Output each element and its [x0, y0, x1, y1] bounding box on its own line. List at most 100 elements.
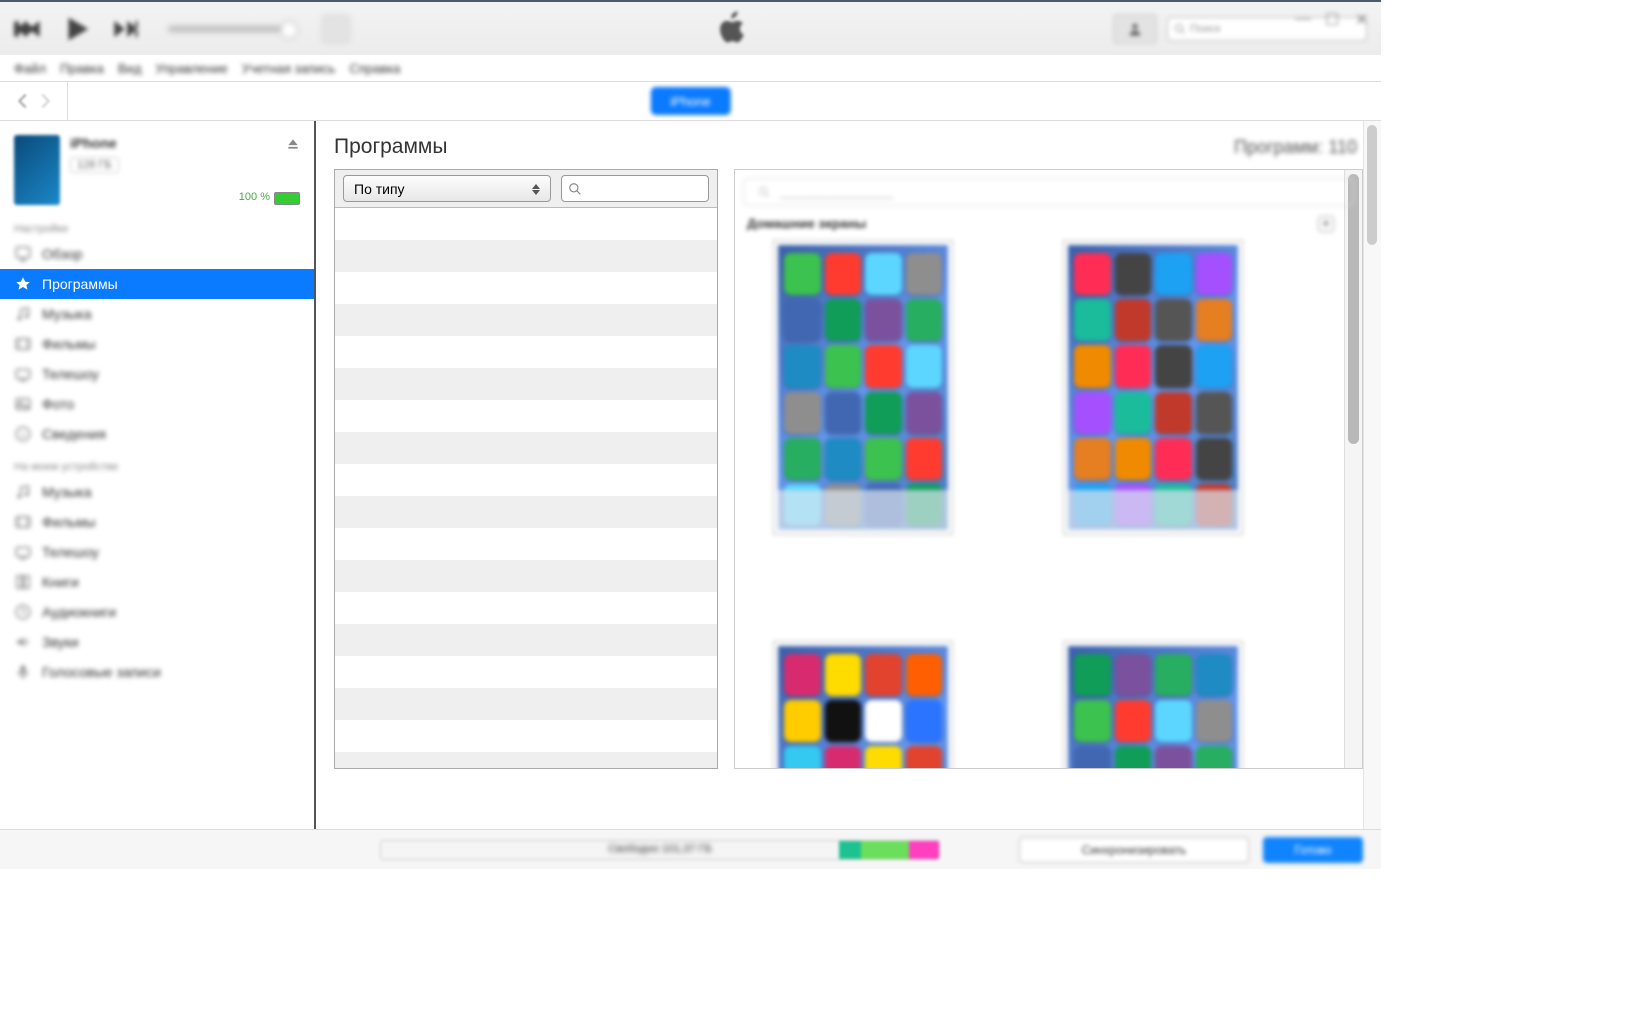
screens-scrollbar[interactable]: [1344, 170, 1362, 768]
menu-Учетная запись[interactable]: Учетная запись: [242, 61, 336, 76]
sidebar-item-Фильмы[interactable]: Фильмы: [0, 507, 314, 537]
app-row[interactable]: [335, 624, 717, 656]
app-row[interactable]: [335, 432, 717, 464]
sidebar-item-Телешоу[interactable]: Телешоу: [0, 359, 314, 389]
apps-search-input[interactable]: [561, 175, 709, 202]
sidebar-icon: [14, 365, 32, 383]
sidebar-icon: [14, 603, 32, 621]
storage-free-label: Свободно 101,37 ГБ: [381, 843, 939, 855]
sort-value: По типу: [354, 181, 405, 197]
sidebar-item-Сведения[interactable]: Сведения: [0, 419, 314, 449]
search-placeholder: Поиск: [1190, 23, 1220, 35]
app-row[interactable]: [335, 368, 717, 400]
sidebar-item-label: Звуки: [42, 634, 79, 650]
device-thumbnail: [14, 135, 60, 205]
sidebar-item-label: Аудиокниги: [42, 604, 116, 620]
menu-Управление[interactable]: Управление: [155, 61, 227, 76]
apps-list-panel: По типу: [334, 169, 718, 769]
sidebar-item-Звуки[interactable]: Звуки: [0, 627, 314, 657]
sidebar-item-Голосовые записи[interactable]: Голосовые записи: [0, 657, 314, 687]
sidebar-icon: [14, 305, 32, 323]
sidebar-item-Аудиокниги[interactable]: Аудиокниги: [0, 597, 314, 627]
sync-button[interactable]: Синхронизировать: [1019, 837, 1249, 863]
sidebar-section-settings: Настройки: [0, 219, 314, 239]
sidebar-item-Фото[interactable]: Фото: [0, 389, 314, 419]
sidebar-item-Телешоу[interactable]: Телешоу: [0, 537, 314, 567]
sidebar-item-label: Музыка: [42, 306, 92, 322]
window-minimize-button[interactable]: —: [1295, 10, 1311, 26]
menu-Вид[interactable]: Вид: [118, 61, 142, 76]
volume-slider[interactable]: [168, 26, 298, 32]
sort-dropdown[interactable]: По типу: [343, 175, 551, 202]
home-screen[interactable]: [1063, 240, 1243, 541]
sidebar-item-label: Фильмы: [42, 336, 96, 352]
window-close-button[interactable]: ✕: [1355, 10, 1371, 26]
device-name: iPhone: [70, 135, 300, 151]
home-screen[interactable]: [773, 240, 953, 541]
app-row[interactable]: [335, 720, 717, 752]
eject-icon[interactable]: [286, 137, 300, 151]
home-screen[interactable]: Страница 1: [773, 641, 953, 769]
menu-Файл[interactable]: Файл: [14, 61, 46, 76]
app-row[interactable]: [335, 688, 717, 720]
menu-Правка[interactable]: Правка: [60, 61, 104, 76]
sidebar-item-Фильмы[interactable]: Фильмы: [0, 329, 314, 359]
menu-Справка[interactable]: Справка: [349, 61, 400, 76]
play-button[interactable]: [60, 12, 94, 46]
app-row[interactable]: [335, 208, 717, 240]
screens-group-title: Домашние экраны: [747, 216, 866, 232]
sidebar-icon: [14, 633, 32, 651]
sidebar-item-Книги[interactable]: Книги: [0, 567, 314, 597]
app-row[interactable]: [335, 272, 717, 304]
app-row[interactable]: [335, 656, 717, 688]
nav-bar: iPhone: [0, 81, 1381, 121]
window-maximize-button[interactable]: ☐: [1325, 10, 1341, 26]
app-row[interactable]: [335, 592, 717, 624]
home-screen[interactable]: Страница 2: [1063, 641, 1243, 769]
sidebar-item-label: Программы: [42, 276, 118, 292]
add-screen-button[interactable]: +: [1318, 216, 1334, 232]
sidebar-icon: [14, 483, 32, 501]
device-tab[interactable]: iPhone: [650, 87, 730, 115]
sidebar-item-Музыка[interactable]: Музыка: [0, 299, 314, 329]
apps-list[interactable]: [335, 208, 717, 768]
airplay-button[interactable]: [322, 15, 350, 43]
apple-logo-icon: [717, 11, 747, 47]
sidebar-item-label: Обзор: [42, 246, 82, 262]
app-row[interactable]: [335, 240, 717, 272]
sidebar-icon: [14, 275, 32, 293]
storage-usage-bar: Свободно 101,37 ГБ: [380, 840, 940, 860]
home-screens-panel: _________________ Домашние экраны + Стра…: [734, 169, 1363, 769]
app-row[interactable]: [335, 752, 717, 768]
app-row[interactable]: [335, 336, 717, 368]
sidebar-item-label: Книги: [42, 574, 79, 590]
now-playing-lcd: [530, 9, 933, 49]
bottom-bar: Свободно 101,37 ГБ Синхронизировать Гото…: [0, 829, 1381, 869]
dropdown-caret-icon: [528, 180, 544, 198]
sidebar-item-label: Сведения: [42, 426, 106, 442]
sidebar-item-Музыка[interactable]: Музыка: [0, 477, 314, 507]
battery-percent: 100 %: [239, 191, 270, 203]
sidebar-icon: [14, 543, 32, 561]
nav-forward-button[interactable]: [34, 90, 56, 112]
sidebar-item-label: Фильмы: [42, 514, 96, 530]
apps-count: Программ: 110: [1234, 137, 1357, 158]
sidebar-item-Обзор[interactable]: Обзор: [0, 239, 314, 269]
nav-back-button[interactable]: [12, 90, 34, 112]
sidebar-item-label: Музыка: [42, 484, 92, 500]
app-row[interactable]: [335, 496, 717, 528]
content-scrollbar[interactable]: [1363, 121, 1381, 829]
app-row[interactable]: [335, 304, 717, 336]
sidebar-icon: [14, 395, 32, 413]
screens-search[interactable]: _________________: [743, 178, 1354, 206]
device-header: iPhone 128 ГБ 100 %: [0, 129, 314, 211]
app-row[interactable]: [335, 560, 717, 592]
app-row[interactable]: [335, 464, 717, 496]
next-track-button[interactable]: [112, 15, 140, 43]
sidebar-item-Программы[interactable]: Программы: [0, 269, 314, 299]
done-button[interactable]: Готово: [1263, 837, 1363, 863]
account-button[interactable]: [1113, 14, 1157, 44]
app-row[interactable]: [335, 528, 717, 560]
prev-track-button[interactable]: [14, 15, 42, 43]
app-row[interactable]: [335, 400, 717, 432]
